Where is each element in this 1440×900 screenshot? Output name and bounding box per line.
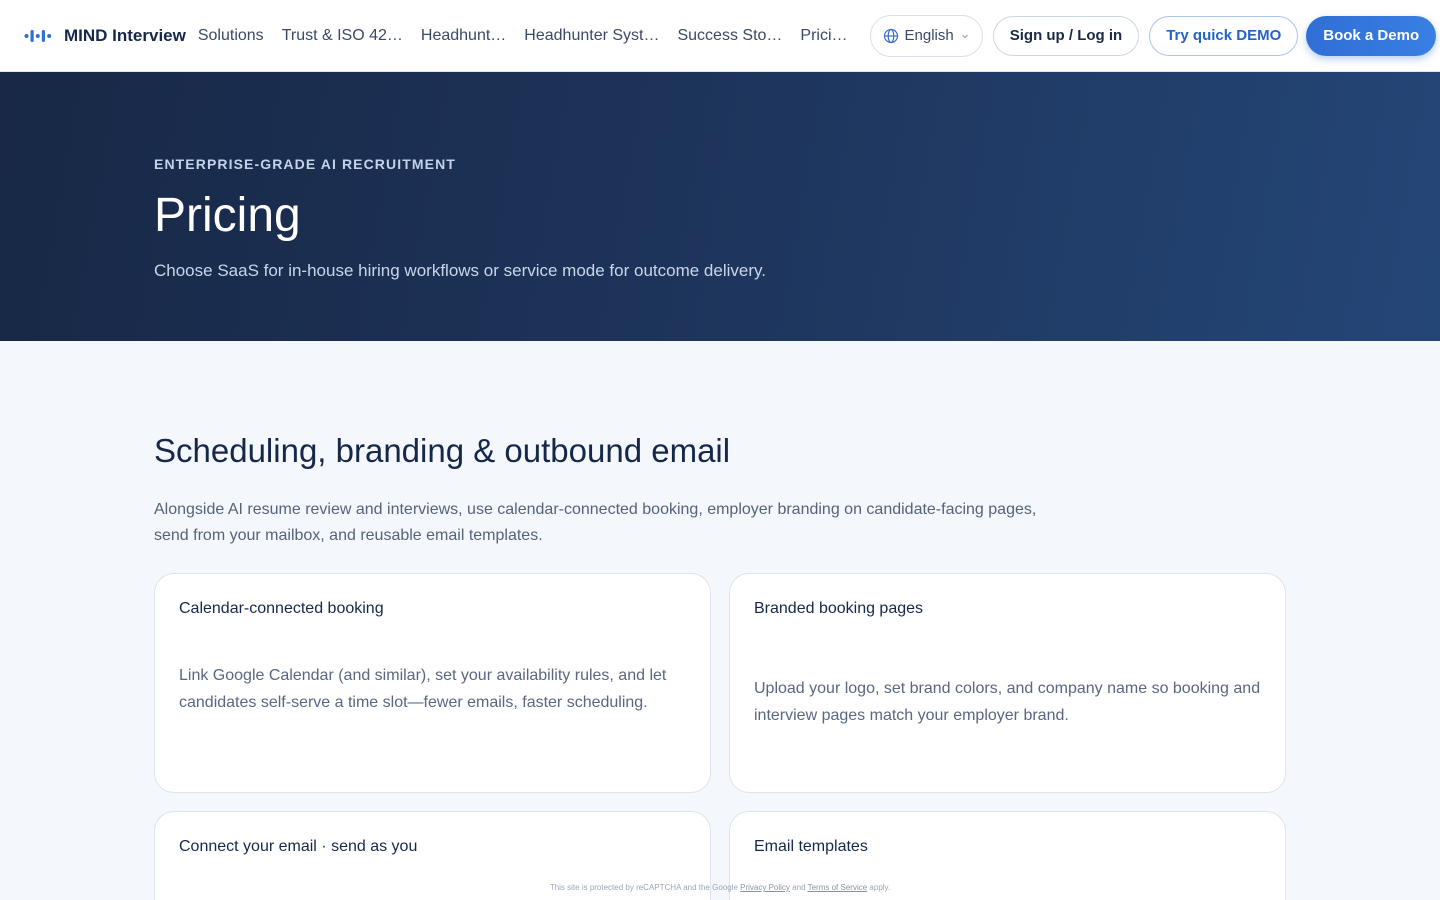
section-title: Scheduling, branding & outbound email [154,432,731,469]
recaptcha-and: and [792,883,806,892]
main-nav: Solutions Trust & ISO 42… Headhunt… Head… [198,27,866,45]
recaptcha-suffix: apply. [869,883,891,892]
nav-item-success-stories[interactable]: Success Sto… [677,27,782,45]
card-title: Email templates [754,838,868,855]
hero-banner: ENTERPRISE-GRADE AI RECRUITMENT Pricing … [0,72,1440,341]
feature-card-branding: Branded booking pages Upload your logo, … [729,573,1286,793]
nav-item-trust[interactable]: Trust & ISO 42… [282,27,403,45]
card-body: Link Google Calendar (and similar), set … [179,667,667,711]
nav-item-pricing[interactable]: Prici… [800,27,847,45]
brand-name: MIND Interview [64,25,186,45]
try-demo-button[interactable]: Try quick DEMO [1149,15,1299,56]
language-selector[interactable]: English [869,14,983,57]
recaptcha-notice: This site is protected by reCAPTCHA and … [0,883,1440,892]
book-demo-button[interactable]: Book a Demo [1306,15,1437,56]
card-title: Branded booking pages [754,600,924,617]
nav-item-headhunter-system[interactable]: Headhunter Syst… [524,27,659,45]
brand[interactable]: MIND Interview [24,26,186,46]
recaptcha-text: This site is protected by reCAPTCHA and … [549,883,738,892]
card-title: Connect your email · send as you [179,838,418,855]
feature-card-calendar: Calendar-connected booking Link Google C… [154,573,711,793]
hero-eyebrow: ENTERPRISE-GRADE AI RECRUITMENT [154,156,456,172]
chevron-down-icon [961,34,968,38]
privacy-policy-link[interactable]: Privacy Policy [740,883,790,892]
page-title: Pricing [154,189,301,242]
nav-item-headhunt[interactable]: Headhunt… [421,27,506,45]
globe-icon [883,28,898,43]
card-body: Upload your logo, set brand colors, and … [754,680,1261,724]
hero-subtitle: Choose SaaS for in-house hiring workflow… [154,261,766,280]
top-navigation-bar: MIND Interview Solutions Trust & ISO 42…… [0,0,1440,72]
signup-login-button[interactable]: Sign up / Log in [992,15,1140,56]
language-label: English [904,27,954,44]
terms-of-service-link[interactable]: Terms of Service [808,883,868,892]
section-description: Alongside AI resume review and interview… [154,501,1037,544]
nav-item-solutions[interactable]: Solutions [198,27,264,45]
logo-icon [24,29,52,42]
card-title: Calendar-connected booking [179,600,384,617]
